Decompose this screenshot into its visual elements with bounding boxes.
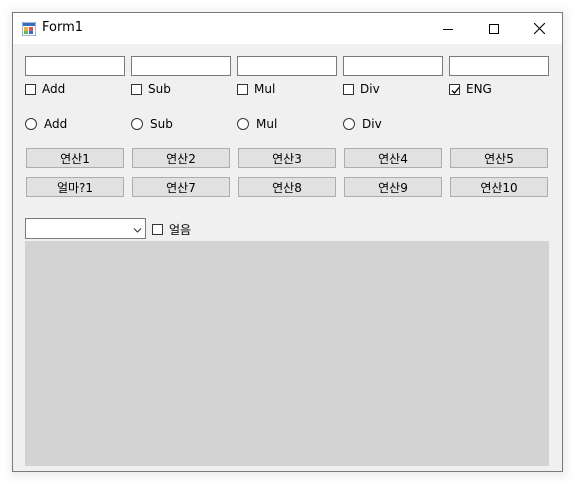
textbox-2[interactable] (131, 56, 231, 76)
checkbox-div[interactable]: Div (343, 81, 380, 97)
checkbox-sub[interactable]: Sub (131, 81, 171, 97)
op-button-9[interactable]: 연산9 (344, 177, 442, 197)
radio-add[interactable]: Add (25, 116, 67, 132)
checkbox-label: Add (42, 82, 66, 96)
radio-label: Mul (256, 117, 278, 131)
radio-label: Div (362, 117, 382, 131)
close-button[interactable] (516, 13, 562, 44)
op-button-10[interactable]: 연산10 (450, 177, 548, 197)
checkbox-mul[interactable]: Mul (237, 81, 275, 97)
minimize-icon (443, 28, 453, 30)
how-much-button[interactable]: 얼마?1 (26, 177, 124, 197)
checkbox-box[interactable] (237, 83, 248, 95)
checkbox-label: Div (360, 82, 380, 96)
window-title: Form1 (42, 20, 84, 35)
chevron-down-icon[interactable] (133, 224, 142, 238)
close-icon (533, 23, 545, 34)
radio-sub[interactable]: Sub (131, 116, 173, 132)
display-panel (25, 241, 549, 466)
op-button-7[interactable]: 연산7 (132, 177, 230, 197)
maximize-button[interactable] (471, 13, 517, 44)
radio-label: Sub (150, 117, 173, 131)
radio-div[interactable]: Div (343, 116, 382, 132)
checkbox-label: Mul (254, 82, 276, 96)
textbox-1[interactable] (25, 56, 125, 76)
combo-box[interactable] (25, 218, 146, 239)
checkbox-box[interactable] (449, 83, 460, 95)
op-button-8[interactable]: 연산8 (238, 177, 336, 197)
op-button-4[interactable]: 연산4 (344, 148, 442, 168)
checkbox-box[interactable] (131, 83, 142, 95)
radio-circle[interactable] (25, 118, 37, 130)
checkbox-label: 얼음 (169, 222, 192, 237)
op-button-2[interactable]: 연산2 (132, 148, 230, 168)
textbox-5[interactable] (449, 56, 549, 76)
checkbox-eng[interactable]: ENG (449, 81, 492, 97)
op-button-5[interactable]: 연산5 (450, 148, 548, 168)
textbox-4[interactable] (343, 56, 443, 76)
radio-mul[interactable]: Mul (237, 116, 277, 132)
checkbox-box[interactable] (152, 223, 163, 235)
title-bar[interactable]: Form1 (13, 13, 562, 44)
checkbox-label: ENG (466, 82, 492, 96)
checkbox-freeze[interactable]: 얼음 (152, 221, 191, 237)
radio-circle[interactable] (237, 118, 249, 130)
checkbox-box[interactable] (25, 83, 36, 95)
checkbox-add[interactable]: Add (25, 81, 65, 97)
form-window: Form1 Add Sub Mul Div ENG Add Sub Mul Di… (12, 12, 563, 472)
op-button-3[interactable]: 연산3 (238, 148, 336, 168)
radio-circle[interactable] (343, 118, 355, 130)
op-button-1[interactable]: 연산1 (26, 148, 124, 168)
minimize-button[interactable] (425, 13, 471, 44)
maximize-icon (489, 23, 499, 34)
checkmark-icon (451, 86, 460, 94)
radio-label: Add (44, 117, 68, 131)
radio-circle[interactable] (131, 118, 143, 130)
checkbox-label: Sub (148, 82, 171, 96)
form-app-icon (21, 21, 37, 37)
textbox-3[interactable] (237, 56, 337, 76)
checkbox-box[interactable] (343, 83, 354, 95)
